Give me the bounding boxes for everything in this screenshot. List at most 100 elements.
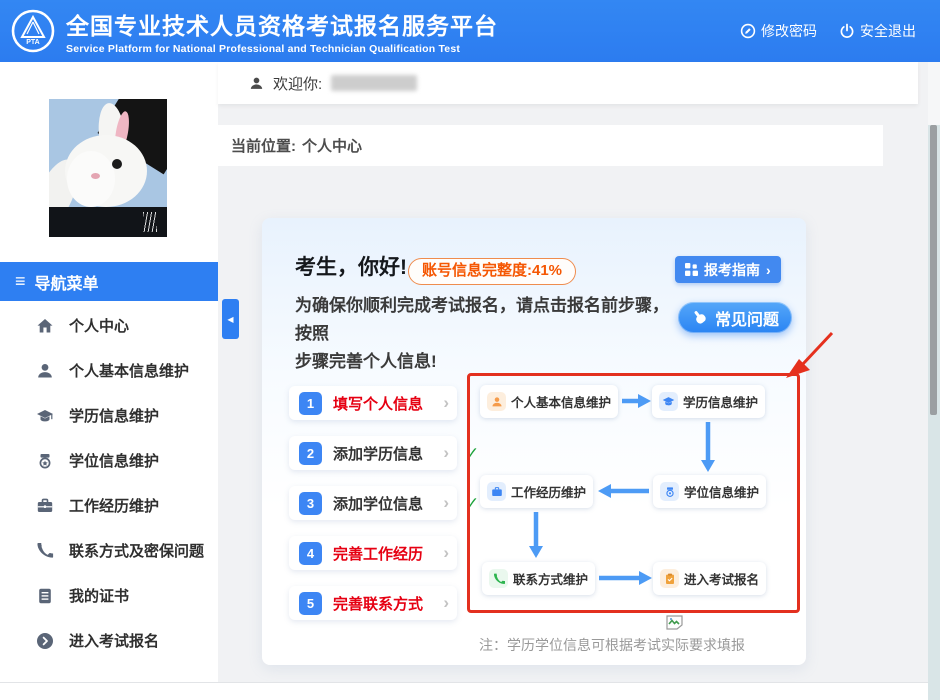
user-icon — [491, 396, 503, 408]
home-icon — [36, 317, 54, 335]
flow-node-label: 学位信息维护 — [684, 482, 759, 501]
scrollbar-thumb[interactable] — [930, 125, 937, 415]
change-password-link[interactable]: 修改密码 — [740, 21, 817, 41]
step-1-fill-personal-info[interactable]: 1 填写个人信息 › — [289, 386, 457, 420]
logout-link[interactable]: 安全退出 — [839, 21, 916, 41]
step-number: 4 — [299, 542, 322, 565]
scrollbar-track-top — [928, 62, 940, 125]
step-label: 添加学位信息 — [333, 493, 443, 514]
step-number: 3 — [299, 492, 322, 515]
sidebar-item-my-certificates[interactable]: 我的证书 — [0, 573, 218, 618]
avatar-watermark — [143, 212, 157, 232]
username-blurred — [331, 75, 417, 91]
sidebar-item-label: 个人基本信息维护 — [69, 360, 189, 381]
nav-menu-header: ≡ 导航菜单 — [0, 262, 218, 301]
sidebar-item-label: 联系方式及密保问题 — [69, 540, 204, 561]
step-3-add-degree-info[interactable]: 3 添加学位信息 › — [289, 486, 457, 520]
medal-icon — [664, 486, 676, 498]
welcome-label: 欢迎你: — [273, 73, 322, 94]
step-number: 1 — [299, 392, 322, 415]
breadcrumb-current: 个人中心 — [302, 135, 362, 156]
sidebar-item-enter-registration[interactable]: 进入考试报名 — [0, 618, 218, 663]
flow-node-enter-registration[interactable]: 进入考试报名 — [653, 562, 766, 595]
flow-node-education-info[interactable]: 学历信息维护 — [652, 385, 765, 418]
user-icon — [36, 362, 54, 380]
sidebar-item-education-info[interactable]: 学历信息维护 — [0, 393, 218, 438]
pointing-hand-icon — [691, 309, 708, 326]
completeness-badge: 账号信息完整度:41% — [408, 258, 576, 285]
step-2-add-education-info[interactable]: 2 添加学历信息 › — [289, 436, 457, 470]
step-label: 完善联系方式 — [333, 593, 443, 614]
sidebar-item-basic-info[interactable]: 个人基本信息维护 — [0, 348, 218, 393]
faq-label: 常见问题 — [715, 306, 779, 330]
power-icon — [839, 23, 855, 39]
flow-node-basic-info[interactable]: 个人基本信息维护 — [480, 385, 618, 418]
chevron-right-icon: › — [443, 593, 449, 613]
chevron-right-icon: › — [443, 493, 449, 513]
nav-menu-title: 导航菜单 — [35, 270, 99, 294]
breadcrumb-label: 当前位置: — [231, 135, 296, 156]
graduation-cap-icon — [36, 407, 54, 425]
avatar-clothing — [49, 207, 167, 237]
step-5-complete-contact-info[interactable]: 5 完善联系方式 › — [289, 586, 457, 620]
flow-node-work-history[interactable]: 工作经历维护 — [480, 475, 593, 508]
intro-text: 为确保你顺利完成考试报名，请点击报名前步骤，按照 步骤完善个人信息! — [295, 292, 680, 376]
breadcrumb: 当前位置: 个人中心 — [218, 125, 883, 166]
chevron-right-icon: › — [766, 262, 771, 278]
grid-icon — [685, 263, 698, 276]
platform-title: 全国专业技术人员资格考试报名服务平台 — [66, 7, 498, 41]
step-number: 2 — [299, 442, 322, 465]
change-password-label: 修改密码 — [761, 21, 817, 41]
sidebar-item-label: 学历信息维护 — [69, 405, 159, 426]
enter-circle-icon — [36, 632, 54, 650]
step-label: 添加学历信息 — [333, 443, 443, 464]
platform-logo-icon: PTA — [10, 8, 56, 54]
clipboard-icon — [664, 573, 676, 585]
step-label: 完善工作经历 — [333, 543, 443, 564]
flow-node-label: 个人基本信息维护 — [511, 392, 611, 411]
sidebar-item-label: 个人中心 — [69, 315, 129, 336]
step-4-complete-work-history[interactable]: 4 完善工作经历 › — [289, 536, 457, 570]
chevron-right-icon: › — [443, 443, 449, 463]
sidebar-collapse-tab[interactable]: ◀ — [222, 299, 239, 339]
app-header: PTA 全国专业技术人员资格考试报名服务平台 Service Platform … — [0, 0, 940, 62]
briefcase-icon — [491, 486, 503, 498]
broken-image-icon — [666, 615, 683, 630]
platform-subtitle: Service Platform for National Profession… — [66, 43, 498, 55]
faq-button[interactable]: 常见问题 — [678, 302, 792, 333]
flow-node-degree-info[interactable]: 学位信息维护 — [653, 475, 766, 508]
page: PTA 全国专业技术人员资格考试报名服务平台 Service Platform … — [0, 0, 940, 700]
svg-text:PTA: PTA — [26, 39, 39, 46]
flow-node-label: 学历信息维护 — [683, 392, 758, 411]
logout-label: 安全退出 — [860, 21, 916, 41]
footer-strip — [0, 682, 928, 700]
sidebar-item-personal-center[interactable]: 个人中心 — [0, 303, 218, 348]
edit-circle-icon — [740, 23, 756, 39]
sidebar-item-contact-security[interactable]: 联系方式及密保问题 — [0, 528, 218, 573]
medal-icon — [36, 452, 54, 470]
sidebar: ≡ 导航菜单 个人中心 个人基本信息维护 学历信息维护 学位信息维护 — [0, 62, 218, 700]
sidebar-item-label: 进入考试报名 — [69, 630, 159, 651]
sidebar-item-degree-info[interactable]: 学位信息维护 — [0, 438, 218, 483]
chevron-right-icon: › — [443, 543, 449, 563]
flow-node-label: 联系方式维护 — [513, 569, 588, 588]
sidebar-item-label: 学位信息维护 — [69, 450, 159, 471]
phone-icon — [36, 542, 54, 560]
step-number: 5 — [299, 592, 322, 615]
sidebar-item-label: 工作经历维护 — [69, 495, 159, 516]
hamburger-icon: ≡ — [15, 271, 26, 292]
step-label: 填写个人信息 — [333, 393, 443, 414]
person-icon — [249, 76, 264, 91]
personal-center-card: 考生，你好! 账号信息完整度:41% 报考指南 › 为确保你顺利完成考试报名，请… — [262, 218, 806, 665]
sidebar-item-work-history[interactable]: 工作经历维护 — [0, 483, 218, 528]
briefcase-icon — [36, 497, 54, 515]
exam-guide-label: 报考指南 — [704, 260, 760, 280]
flow-node-label: 工作经历维护 — [511, 482, 586, 501]
exam-guide-button[interactable]: 报考指南 › — [675, 256, 781, 283]
flow-node-contact-info[interactable]: 联系方式维护 — [482, 562, 595, 595]
graduation-cap-icon — [662, 395, 675, 408]
avatar — [49, 99, 167, 207]
sidebar-item-label: 我的证书 — [69, 585, 129, 606]
sidebar-menu: 个人中心 个人基本信息维护 学历信息维护 学位信息维护 工作经历维护 联系方式及… — [0, 303, 218, 663]
collapse-arrow-icon: ◀ — [227, 315, 233, 324]
